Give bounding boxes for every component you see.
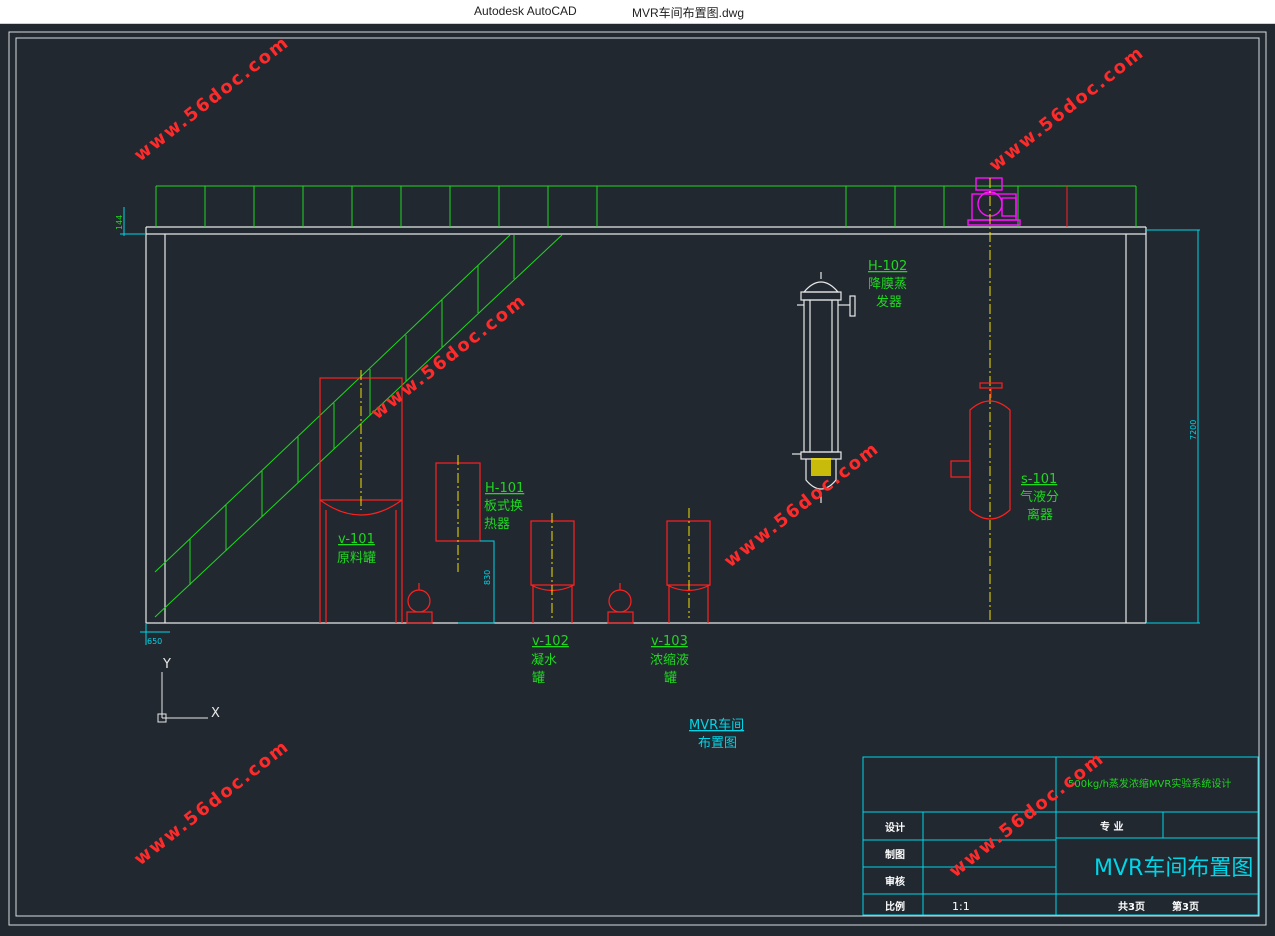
drawing-title-line1: MVR车间	[689, 717, 744, 733]
watermarks: www.56doc.com www.56doc.com www.56doc.co…	[130, 32, 1149, 882]
drawing-frame	[8, 31, 1267, 926]
label-h101-name2: 热器	[484, 517, 510, 532]
title-block-row-scale: 比例	[885, 900, 905, 913]
pump-1	[406, 583, 433, 624]
title-block-sheet-no: 第3页	[1172, 900, 1199, 913]
label-h101-tag: H-101	[485, 481, 524, 496]
label-v101-tag: v-101	[338, 532, 375, 547]
title-block-row-draft: 制图	[885, 848, 905, 861]
label-h102-name1: 降膜蒸	[868, 277, 907, 292]
label-v101-name1: 原料罐	[337, 551, 376, 566]
dim-bottom-label: 650	[147, 637, 162, 646]
ucs-x-label: X	[211, 706, 220, 721]
label-h101-name1: 板式换	[484, 499, 523, 514]
watermark-6: www.56doc.com	[945, 748, 1109, 882]
label-v103-name1: 浓缩液	[650, 652, 689, 668]
pump-2	[607, 583, 634, 624]
watermark-4: www.56doc.com	[720, 438, 884, 572]
title-block-row-review: 审核	[885, 875, 905, 888]
label-h102-tag: H-102	[868, 259, 907, 274]
cad-drawing[interactable]: 830 7200 144 650 H-102 降膜蒸 发器 H-101 板式换 …	[0, 23, 1275, 932]
watermark-1: www.56doc.com	[130, 32, 294, 166]
label-v102-tag: v-102	[532, 634, 569, 649]
label-v102-name2: 罐	[532, 671, 545, 686]
watermark-3: www.56doc.com	[367, 290, 531, 424]
room-outline	[145, 226, 1147, 624]
title-block-major-label: 专 业	[1100, 820, 1123, 833]
ucs-y-label: Y	[162, 657, 171, 672]
dim-right-label: 7200	[1189, 420, 1198, 440]
label-v103-tag: v-103	[651, 634, 688, 649]
title-block-drawing-name: MVR车间布置图	[1094, 856, 1253, 881]
separator-s101	[950, 382, 1011, 520]
compressor	[967, 177, 1021, 226]
label-v102-name1: 凝水	[531, 652, 557, 668]
window-titlebar: Autodesk AutoCAD MVR车间布置图.dwg	[0, 0, 1275, 24]
dim-top-label: 144	[115, 215, 124, 230]
ucs-icon	[157, 672, 208, 723]
label-s101-tag: s-101	[1021, 472, 1057, 487]
dim-mid-label: 830	[483, 570, 492, 585]
label-s101-name1: 气液分	[1020, 489, 1059, 505]
drawing-title-line2: 布置图	[698, 736, 737, 751]
title-block-sheets-total: 共3页	[1118, 900, 1145, 913]
file-name: MVR车间布置图.dwg	[632, 6, 745, 20]
watermark-2: www.56doc.com	[985, 42, 1149, 176]
app-name: Autodesk AutoCAD	[474, 4, 577, 18]
watermark-5: www.56doc.com	[130, 736, 294, 870]
title-block-scale-value: 1:1	[952, 900, 970, 913]
drawing-canvas[interactable]: 830 7200 144 650 H-102 降膜蒸 发器 H-101 板式换 …	[0, 23, 1275, 932]
label-h102-name2: 发器	[876, 294, 902, 310]
label-s101-name2: 离器	[1027, 507, 1053, 523]
title-block-row-design: 设计	[885, 821, 905, 834]
label-v103-name2: 罐	[664, 671, 677, 686]
title-block-project: 500kg/h蒸发浓缩MVR实验系统设计	[1068, 777, 1231, 790]
